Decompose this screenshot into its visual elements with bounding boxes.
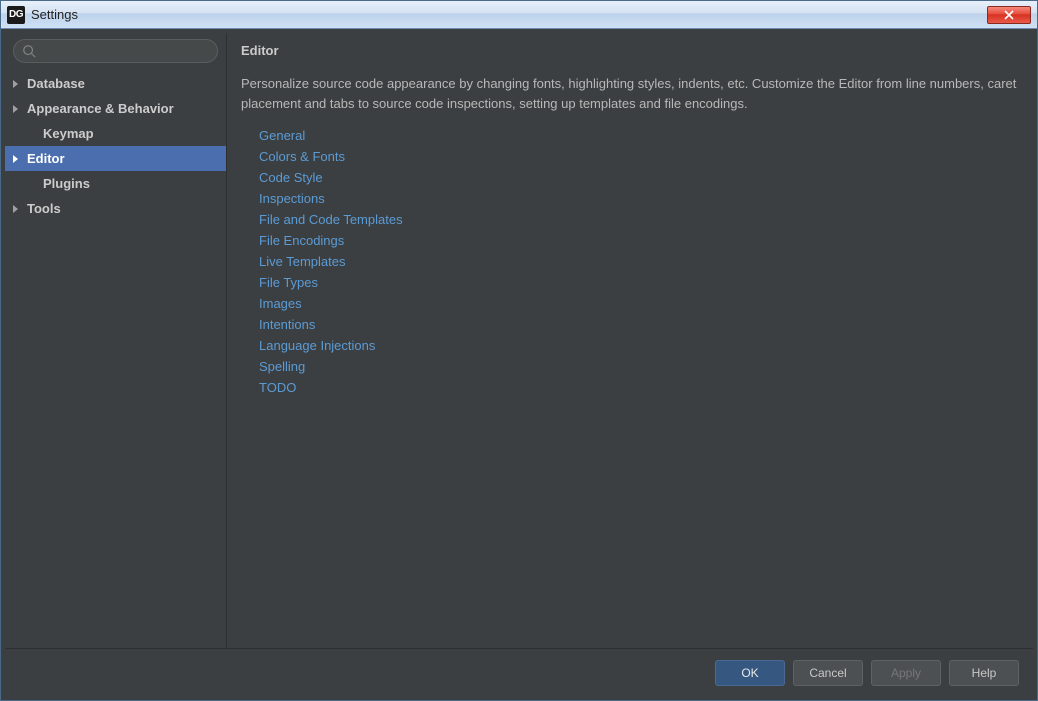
- detail-title: Editor: [241, 43, 1017, 58]
- tree-item-label: Tools: [27, 201, 61, 216]
- cancel-button[interactable]: Cancel: [793, 660, 863, 686]
- settings-window: DG Settings Database Appearance & Behavio…: [0, 0, 1038, 701]
- detail-description: Personalize source code appearance by ch…: [241, 74, 1017, 113]
- search-field[interactable]: [13, 39, 218, 63]
- titlebar: DG Settings: [1, 1, 1037, 29]
- app-icon: DG: [7, 6, 25, 24]
- expand-arrow-icon: [13, 80, 18, 88]
- detail-link-code-style[interactable]: Code Style: [259, 167, 1017, 188]
- tree-item-tools[interactable]: Tools: [5, 196, 226, 221]
- tree-item-plugins[interactable]: Plugins: [5, 171, 226, 196]
- expand-arrow-icon: [13, 155, 18, 163]
- tree-item-database[interactable]: Database: [5, 71, 226, 96]
- detail-link-live-templates[interactable]: Live Templates: [259, 251, 1017, 272]
- detail-panel: Editor Personalize source code appearanc…: [227, 33, 1033, 648]
- detail-link-language-injections[interactable]: Language Injections: [259, 335, 1017, 356]
- tree-item-label: Editor: [27, 151, 65, 166]
- search-wrap: [5, 33, 226, 69]
- detail-link-colors-fonts[interactable]: Colors & Fonts: [259, 146, 1017, 167]
- tree-item-label: Keymap: [43, 126, 94, 141]
- search-input[interactable]: [42, 44, 209, 58]
- content-wrap: Database Appearance & Behavior Keymap Edito…: [1, 29, 1037, 700]
- search-icon: [22, 44, 36, 58]
- detail-link-intentions[interactable]: Intentions: [259, 314, 1017, 335]
- apply-button[interactable]: Apply: [871, 660, 941, 686]
- detail-link-inspections[interactable]: Inspections: [259, 188, 1017, 209]
- tree-item-appearance-behavior[interactable]: Appearance & Behavior: [5, 96, 226, 121]
- detail-link-file-encodings[interactable]: File Encodings: [259, 230, 1017, 251]
- window-title: Settings: [31, 7, 987, 22]
- detail-link-images[interactable]: Images: [259, 293, 1017, 314]
- tree-item-keymap[interactable]: Keymap: [5, 121, 226, 146]
- close-icon: [1004, 10, 1014, 20]
- sidebar: Database Appearance & Behavior Keymap Edito…: [5, 33, 227, 648]
- expand-arrow-icon: [13, 105, 18, 113]
- detail-links: GeneralColors & FontsCode StyleInspectio…: [241, 125, 1017, 398]
- detail-link-todo[interactable]: TODO: [259, 377, 1017, 398]
- close-button[interactable]: [987, 6, 1031, 24]
- main-area: Database Appearance & Behavior Keymap Edito…: [5, 33, 1033, 648]
- tree-item-editor[interactable]: Editor: [5, 146, 226, 171]
- detail-link-file-and-code-templates[interactable]: File and Code Templates: [259, 209, 1017, 230]
- expand-arrow-icon: [13, 205, 18, 213]
- tree-item-label: Plugins: [43, 176, 90, 191]
- ok-button[interactable]: OK: [715, 660, 785, 686]
- detail-link-general[interactable]: General: [259, 125, 1017, 146]
- tree-item-label: Database: [27, 76, 85, 91]
- settings-tree: Database Appearance & Behavior Keymap Edito…: [5, 69, 226, 648]
- detail-link-file-types[interactable]: File Types: [259, 272, 1017, 293]
- detail-link-spelling[interactable]: Spelling: [259, 356, 1017, 377]
- tree-item-label: Appearance & Behavior: [27, 101, 174, 116]
- dialog-footer: OK Cancel Apply Help: [5, 648, 1033, 696]
- help-button[interactable]: Help: [949, 660, 1019, 686]
